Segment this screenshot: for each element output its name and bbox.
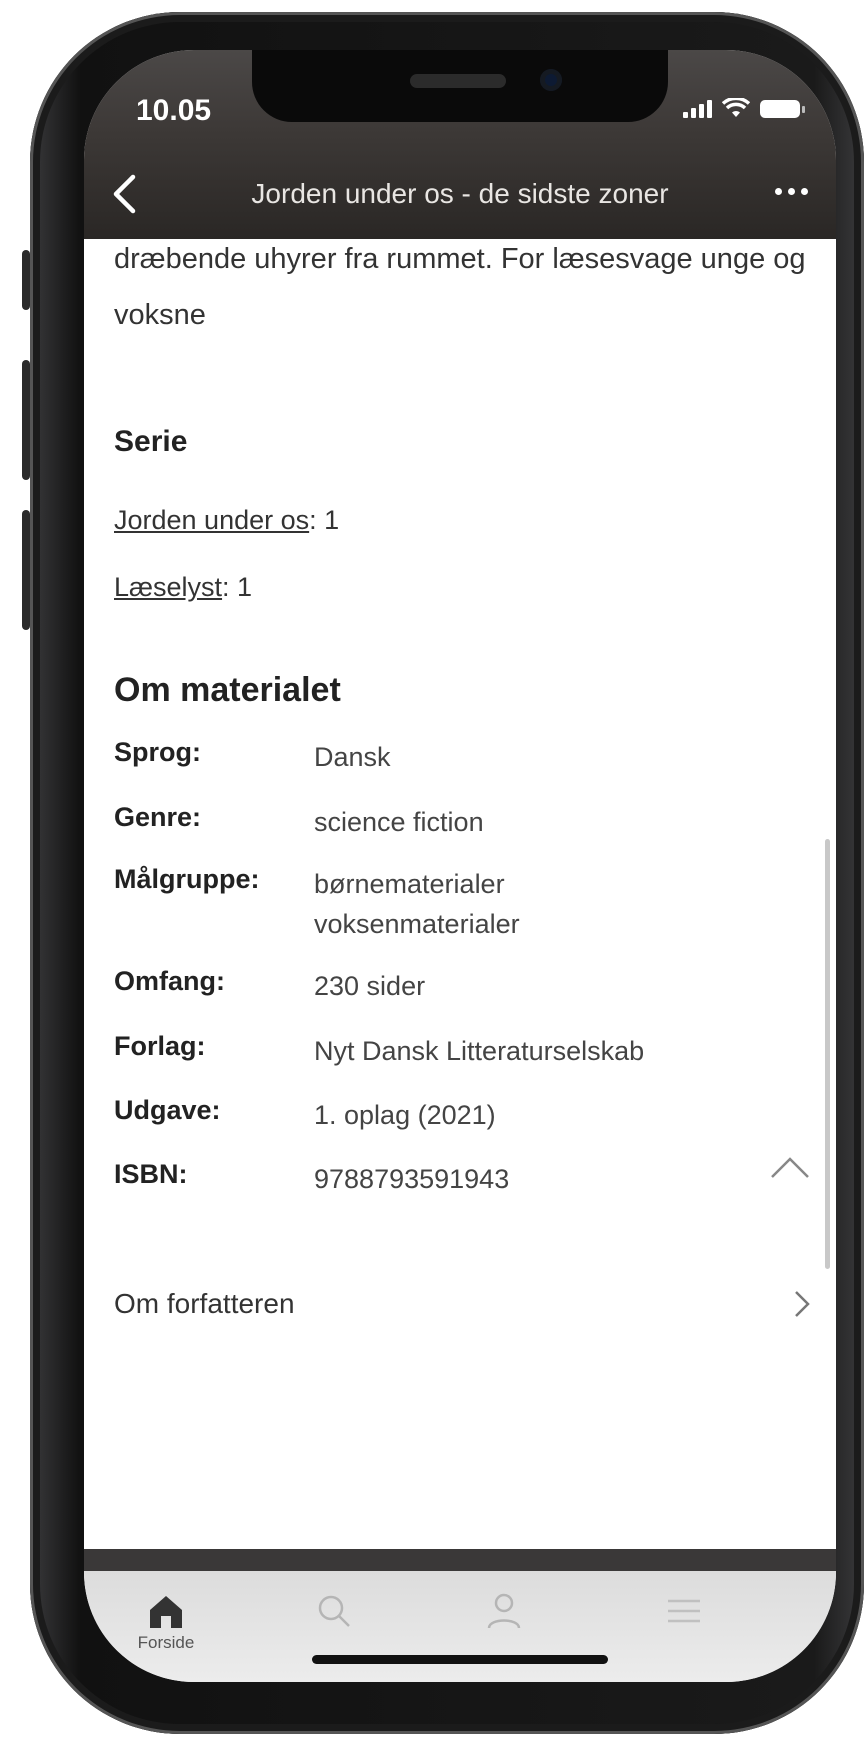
front-camera [540,69,562,91]
home-indicator[interactable] [312,1655,608,1664]
wifi-icon [722,98,750,117]
back-button[interactable] [102,168,146,220]
speaker-grille [410,74,506,88]
series-item: Jorden under os: 1 [114,505,340,535]
cellular-signal-icon [683,98,712,118]
about-author-row[interactable]: Om forfatteren [84,1259,836,1349]
menu-icon [668,1599,700,1623]
collapse-button[interactable] [770,1155,810,1183]
more-options-button[interactable] [775,188,808,195]
more-dot-icon [775,188,782,195]
tab-search[interactable] [254,1591,414,1633]
search-icon [318,1595,350,1627]
notch [252,50,668,122]
app-screen: 10.05 Jorden under os - de sidste zoner [84,50,836,1682]
series-item: Læselyst: 1 [114,572,253,602]
volume-down-button [22,510,30,630]
detail-row-genre: Genre: science fiction [114,802,484,837]
tabbar-divider [84,1549,836,1571]
battery-icon [760,100,805,118]
tab-profile[interactable] [424,1591,584,1633]
volume-up-button [22,360,30,480]
series-link-jorden-under-os[interactable]: Jorden under os [114,505,309,535]
description-text: dræbende uhyrer fra rummet. For læsesvag… [114,243,806,331]
chevron-left-icon [113,174,136,214]
page-title: Jorden under os - de sidste zoner [251,178,669,209]
tab-menu[interactable] [604,1591,764,1633]
nav-header: 10.05 Jorden under os - de sidste zoner [84,50,836,239]
series-link-laeselyst[interactable]: Læselyst [114,572,222,602]
series-heading: Serie [114,425,188,458]
silent-switch [22,250,30,310]
detail-row-edition: Udgave: 1. oplag (2021) [114,1095,496,1130]
detail-row-extent: Omfang: 230 sider [114,966,426,1001]
material-details-content: dræbende uhyrer fra rummet. For læsesvag… [84,239,836,1549]
scrollbar[interactable] [825,839,830,1269]
detail-row-isbn: ISBN: 9788793591943 [114,1159,510,1194]
chevron-up-icon [771,1157,809,1178]
more-dot-icon [788,188,795,195]
more-dot-icon [801,188,808,195]
detail-row-publisher: Forlag: Nyt Dansk Litteraturselskab [114,1031,645,1066]
tab-bar: Forside [84,1571,836,1682]
profile-icon [487,1593,521,1629]
home-icon [150,1596,182,1628]
status-time: 10.05 [136,94,212,127]
status-icons [683,98,805,118]
material-heading: Om materialet [114,671,341,709]
tab-forside[interactable]: Forside [86,1591,246,1653]
detail-row-audience: Målgruppe: børnematerialer voksenmateria… [114,864,520,939]
chevron-right-icon [795,1291,810,1317]
detail-row-language: Sprog: Dansk [114,737,391,772]
